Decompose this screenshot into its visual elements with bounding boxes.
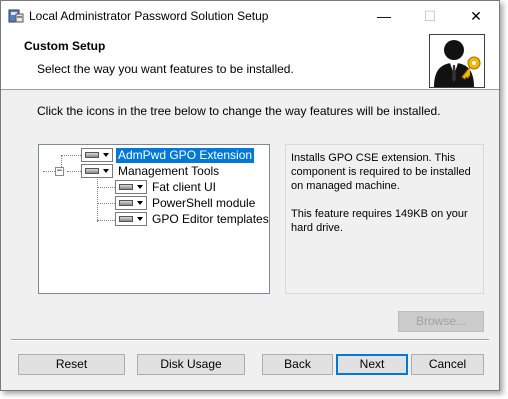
cancel-button[interactable]: Cancel [411,354,484,375]
tree-connector [97,179,98,222]
collapse-toggle[interactable]: − [55,167,64,176]
feature-description-panel: Installs GPO CSE extension. This compone… [285,144,484,294]
feature-state-dropdown-icon[interactable] [81,148,113,162]
reset-button[interactable]: Reset [18,354,125,375]
close-button[interactable]: ✕ [453,1,499,31]
page-subtitle: Select the way you want features to be i… [37,62,294,76]
tree-connector [67,171,81,172]
tree-connector [61,155,81,156]
feature-state-dropdown-icon[interactable] [115,180,147,194]
tree-item-label[interactable]: PowerShell module [150,196,257,211]
browse-button[interactable]: Browse... [398,311,484,332]
tree-item-label[interactable]: Management Tools [116,164,221,179]
feature-size-note: This feature requires 149KB on your hard… [291,208,468,234]
back-button[interactable]: Back [262,354,333,375]
disk-usage-button[interactable]: Disk Usage [137,354,245,375]
tree-connector [43,171,55,172]
page-title: Custom Setup [24,39,106,53]
feature-state-dropdown-icon[interactable] [115,212,147,226]
feature-description: Installs GPO CSE extension. This compone… [291,152,471,192]
tree-item-label[interactable]: GPO Editor templates [150,212,271,227]
title-bar[interactable]: Local Administrator Password Solution Se… [1,1,499,31]
tree-connector [97,203,115,204]
feature-state-dropdown-icon[interactable] [81,164,113,178]
installer-icon[interactable] [8,8,24,24]
tree-item-admpwd-gpo-extension[interactable]: AdmPwd GPO Extension [81,147,255,163]
feature-state-dropdown-icon[interactable] [115,196,147,210]
tree-connector [97,220,115,221]
tree-item-fat-client-ui[interactable]: Fat client UI [115,179,218,195]
tree-item-label[interactable]: AdmPwd GPO Extension [116,147,255,163]
divider [11,339,489,341]
admin-key-icon [429,34,485,88]
setup-window: Local Administrator Password Solution Se… [0,0,500,391]
header-banner: Custom Setup Select the way you want fea… [1,31,499,90]
next-button[interactable]: Next [336,354,408,375]
feature-tree[interactable]: − AdmPwd GPO Extension Management Tools … [38,144,270,294]
window-title: Local Administrator Password Solution Se… [29,9,269,23]
maximize-button[interactable]: ☐ [407,1,453,31]
tree-item-gpo-editor-templates[interactable]: GPO Editor templates [115,211,271,227]
tree-item-powershell-module[interactable]: PowerShell module [115,195,257,211]
tree-item-label[interactable]: Fat client UI [150,180,218,195]
tree-item-management-tools[interactable]: Management Tools [81,163,221,179]
tree-connector [97,187,115,188]
minimize-button[interactable]: — [361,1,407,31]
instructions-text: Click the icons in the tree below to cha… [37,104,441,118]
